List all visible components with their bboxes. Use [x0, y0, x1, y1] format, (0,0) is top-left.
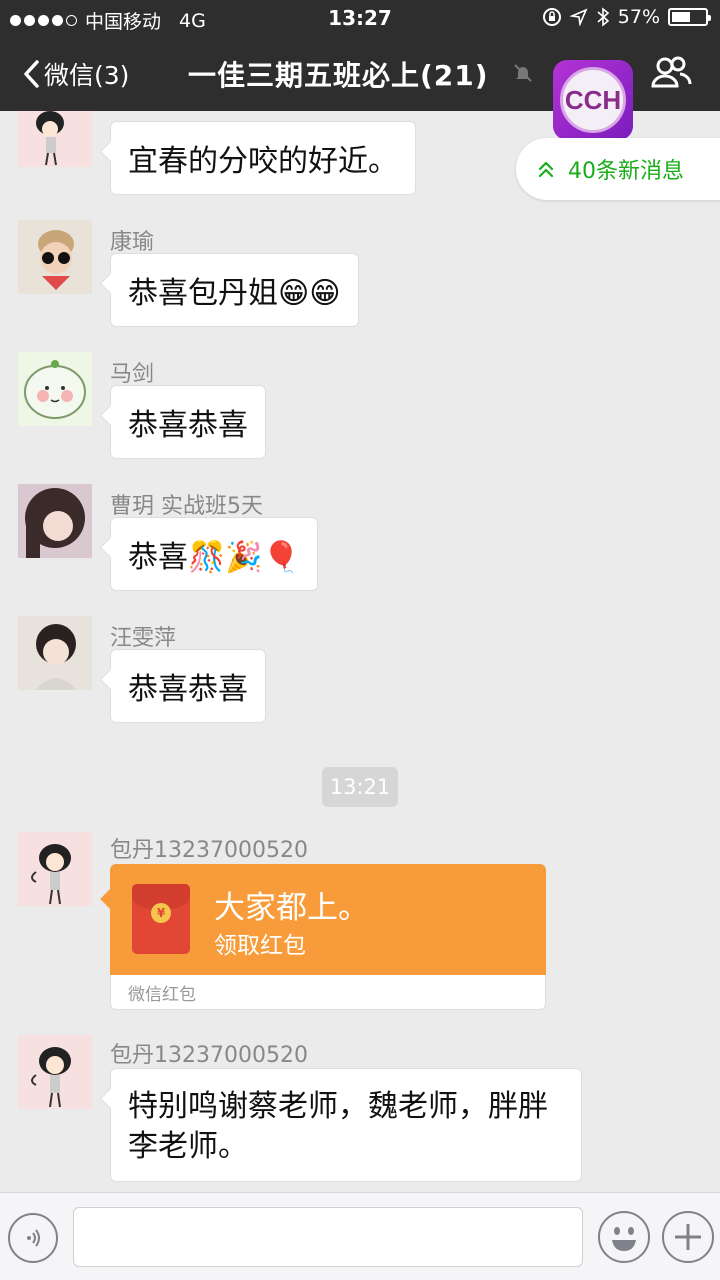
avatar[interactable]: [18, 352, 92, 426]
avatar[interactable]: [18, 832, 92, 906]
red-packet-card[interactable]: ¥ 大家都上。 领取红包 微信红包: [110, 864, 546, 1010]
sender-name: 曹玥 实战班5天: [110, 494, 263, 519]
voice-icon: [27, 1229, 40, 1247]
chat-messages[interactable]: 宜春的分咬的好近。 康瑜 恭喜包丹姐😁😁 马剑 恭喜恭喜 曹玥 实战班5天 恭喜…: [0, 111, 720, 1192]
chat-title: 一佳三期五班必上(21): [188, 59, 489, 92]
avatar[interactable]: [18, 111, 92, 167]
status-icons: 57%: [542, 6, 711, 28]
new-messages-label: 40条新消息: [568, 159, 684, 184]
sender-name: 包丹13237000520: [110, 1043, 308, 1068]
new-messages-button[interactable]: 40条新消息: [516, 138, 720, 200]
battery-percent: 57%: [617, 6, 660, 28]
status-bar: 中国移动 4G 13:27 57%: [0, 0, 720, 36]
message-bubble[interactable]: 宜春的分咬的好近。: [110, 121, 416, 195]
chevron-left-icon: [24, 60, 39, 88]
message-input[interactable]: [73, 1207, 583, 1267]
back-button[interactable]: 微信(3): [22, 56, 129, 92]
input-bar: [0, 1192, 720, 1280]
more-button[interactable]: [662, 1211, 714, 1263]
mute-bell-icon: [512, 62, 534, 88]
message-bubble[interactable]: 恭喜包丹姐😁😁: [110, 253, 359, 327]
emoji-icon: [612, 1227, 636, 1251]
message-bubble[interactable]: 恭喜🎊🎉🎈: [110, 517, 319, 591]
message-timestamp: 13:21: [322, 767, 398, 807]
red-packet-body: ¥ 大家都上。 领取红包: [110, 864, 546, 975]
group-members-button[interactable]: [650, 56, 692, 94]
back-label: 微信(3): [44, 61, 130, 90]
message-bubble[interactable]: 恭喜恭喜: [110, 649, 266, 723]
red-packet-action: 领取红包: [214, 933, 306, 959]
bluetooth-icon: [597, 7, 610, 27]
sender-name: 汪雯萍: [110, 626, 177, 651]
avatar[interactable]: [18, 1035, 92, 1109]
sender-name: 康瑜: [110, 230, 155, 255]
message-bubble[interactable]: 特别鸣谢蔡老师，魏老师，胖胖李老师。: [110, 1068, 582, 1182]
plus-icon: [675, 1224, 701, 1250]
avatar[interactable]: [18, 220, 92, 294]
sender-name: 包丹13237000520: [110, 838, 308, 863]
orientation-lock-icon: [542, 8, 561, 26]
battery-icon: [668, 8, 711, 26]
voice-button[interactable]: [8, 1213, 58, 1263]
emoji-button[interactable]: [598, 1211, 650, 1263]
avatar[interactable]: [18, 484, 92, 558]
red-packet-title: 大家都上。: [214, 890, 369, 926]
location-arrow-icon: [569, 8, 588, 26]
double-chevron-up-icon: [538, 161, 554, 178]
message-bubble[interactable]: 恭喜恭喜: [110, 385, 266, 459]
avatar[interactable]: [18, 616, 92, 690]
floating-app-icon[interactable]: CCH: [553, 60, 633, 140]
battery-level-fill: [672, 12, 690, 22]
red-packet-footer: 微信红包: [110, 975, 546, 1010]
floating-app-label: CCH: [560, 67, 626, 133]
sender-name: 马剑: [110, 362, 155, 387]
red-envelope-icon: ¥: [132, 884, 190, 954]
group-members-icon: [651, 56, 692, 88]
